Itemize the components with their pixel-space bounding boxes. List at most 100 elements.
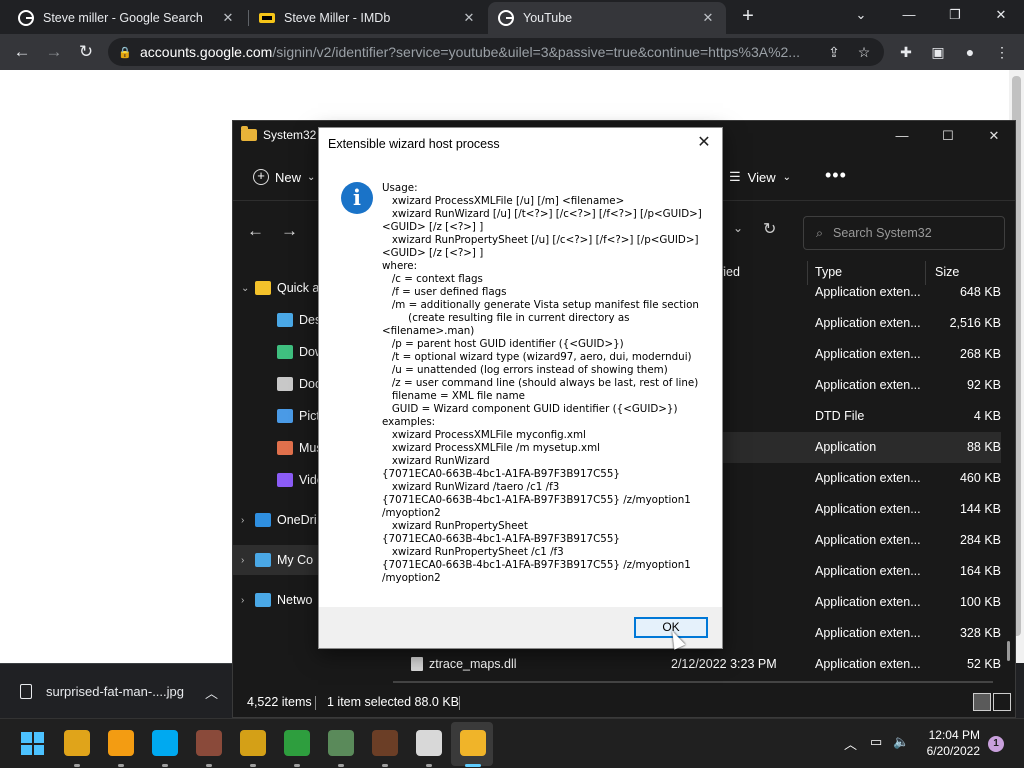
back-button[interactable]: ← — [10, 40, 34, 64]
explorer-minimize-button[interactable]: — — [879, 125, 925, 147]
file-name: ztrace_maps.dll — [429, 657, 517, 671]
file-explorer-icon[interactable] — [460, 730, 486, 756]
running-indicator — [294, 764, 300, 767]
download-icon — [277, 345, 293, 359]
tab-title: Steve miller - Google Search — [43, 11, 203, 25]
file-type: DTD File — [815, 409, 865, 423]
menu-icon[interactable]: ⋮ — [992, 42, 1012, 62]
restore-button[interactable]: ❐ — [932, 0, 978, 32]
selection-info: 1 item selected 88.0 KB — [327, 695, 460, 709]
pictures-icon — [277, 409, 293, 423]
bookmark-star-icon[interactable]: ☆ — [854, 44, 874, 61]
new-tab-button[interactable]: + — [736, 4, 760, 28]
file-name-cell: ztrace_maps.dll — [411, 657, 517, 671]
search-placeholder: Search System32 — [833, 226, 932, 240]
forward-arrow-icon[interactable]: → — [281, 221, 298, 241]
monkey-icon[interactable] — [196, 730, 222, 756]
start-button[interactable] — [21, 732, 44, 755]
back-arrow-icon[interactable]: ← — [247, 221, 264, 241]
refresh-icon[interactable]: ↻ — [763, 219, 776, 239]
details-view-button[interactable] — [973, 693, 991, 711]
view-list-icon: ☰ — [729, 169, 741, 184]
file-size: 268 KB — [959, 347, 1001, 361]
brave-shield-icon[interactable] — [108, 730, 134, 756]
new-button[interactable]: + New ⌄ — [253, 169, 315, 185]
dialog-close-button[interactable]: ✕ — [694, 133, 714, 153]
expand-chevron-icon[interactable]: › — [241, 595, 255, 606]
status-bar: 4,522 items 1 item selected 88.0 KB — [233, 689, 1015, 717]
folder-icon — [241, 126, 257, 141]
chrome-icon[interactable] — [64, 730, 90, 756]
explorer-maximize-button[interactable]: ☐ — [925, 125, 971, 147]
app-icon[interactable] — [240, 730, 266, 756]
chevron-up-icon[interactable]: ︿ — [844, 734, 857, 753]
reload-button[interactable]: ↻ — [74, 40, 98, 64]
plus-icon: + — [253, 169, 269, 185]
chevron-up-icon[interactable]: ︿ — [205, 683, 218, 702]
address-dropdown-icon[interactable]: ⌄ — [733, 221, 743, 235]
download-arrow-icon[interactable] — [284, 730, 310, 756]
close-icon[interactable]: ✕ — [461, 10, 477, 26]
horizontal-scrollbar[interactable] — [393, 681, 993, 683]
tab-google-search[interactable]: Steve miller - Google Search ✕ — [8, 2, 246, 34]
file-type: Application exten... — [815, 595, 921, 609]
expand-chevron-icon[interactable]: ⌄ — [241, 283, 255, 294]
tab-youtube[interactable]: YouTube ✕ — [488, 2, 726, 34]
file-size: 2,516 KB — [949, 316, 1001, 330]
running-indicator — [162, 764, 168, 767]
chevron-down-icon: ⌄ — [782, 171, 791, 183]
download-item[interactable]: surprised-fat-man-....jpg — [20, 684, 184, 699]
profile-icon[interactable]: ● — [960, 42, 980, 62]
imdb-icon — [259, 13, 275, 23]
expand-chevron-icon[interactable]: › — [241, 515, 255, 526]
tab-imdb[interactable]: Steve Miller - IMDb ✕ — [249, 2, 487, 34]
network-icon[interactable]: ▭ — [870, 734, 882, 750]
more-options-button[interactable]: ••• — [825, 165, 847, 186]
file-list-scrollbar[interactable] — [1007, 291, 1010, 671]
information-icon: i — [341, 182, 373, 214]
forward-button[interactable]: → — [42, 40, 66, 64]
tiles-view-button[interactable] — [993, 693, 1011, 711]
google-icon — [498, 10, 514, 26]
sidebar-item-label: My Co — [277, 553, 314, 567]
file-type: Application exten... — [815, 316, 921, 330]
skype-icon[interactable] — [152, 730, 178, 756]
clock[interactable]: 12:04 PM 6/20/2022 — [920, 727, 980, 759]
close-icon[interactable]: ✕ — [700, 10, 716, 26]
dialog-message: Usage: xwizard ProcessXMLFile [/u] [/m] … — [382, 182, 702, 584]
status-divider — [315, 696, 316, 710]
file-type: Application — [815, 440, 877, 454]
extensions-icon[interactable]: ✚ — [896, 42, 916, 62]
new-label: New — [275, 169, 302, 185]
minimize-button[interactable]: — — [886, 0, 932, 32]
file-icon — [20, 684, 32, 699]
coffee-bean-icon[interactable] — [372, 730, 398, 756]
file-size: 164 KB — [959, 564, 1001, 578]
dialog-titlebar: Extensible wizard host process ✕ — [319, 128, 722, 159]
sidebar-item-label: OneDri — [277, 513, 317, 527]
side-panel-icon[interactable]: ▣ — [928, 42, 948, 62]
tab-search-button[interactable]: ⌄ — [838, 0, 884, 32]
explorer-close-button[interactable]: ✕ — [971, 125, 1017, 147]
avatar-app-icon[interactable] — [328, 730, 354, 756]
onedrive-icon — [255, 513, 271, 527]
close-icon[interactable]: ✕ — [220, 10, 236, 26]
file-type: Application exten... — [815, 502, 921, 516]
expand-chevron-icon[interactable]: › — [241, 555, 255, 566]
notification-badge[interactable]: 1 — [988, 736, 1004, 752]
volume-icon[interactable]: 🔈 — [893, 734, 909, 750]
clock-date: 6/20/2022 — [926, 744, 980, 758]
document-app-icon[interactable] — [416, 730, 442, 756]
view-button[interactable]: ☰ View ⌄ — [729, 169, 791, 185]
share-icon[interactable]: ⇪ — [824, 44, 844, 61]
dialog-body: i Usage: xwizard ProcessXMLFile [/u] [/m… — [319, 159, 722, 607]
file-row[interactable]: ztrace_maps.dll 2/12/2022 3:23 PM Applicat… — [391, 649, 1001, 680]
music-icon — [277, 441, 293, 455]
scroll-thumb[interactable] — [1007, 641, 1010, 661]
close-window-button[interactable]: ✕ — [978, 0, 1024, 32]
address-bar[interactable]: 🔒 accounts.google.com/signin/v2/identifi… — [108, 38, 884, 66]
file-type: Application exten... — [815, 378, 921, 392]
search-box[interactable]: ⌕ Search System32 — [803, 216, 1005, 250]
document-icon — [277, 377, 293, 391]
file-type: Application exten... — [815, 471, 921, 485]
